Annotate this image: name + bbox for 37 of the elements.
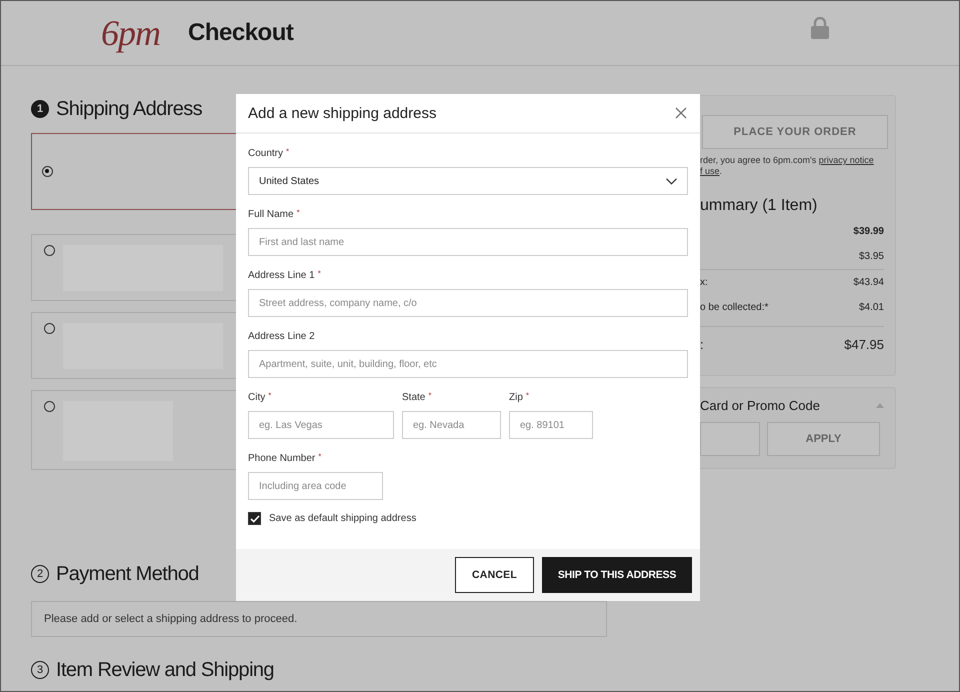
required-asterisk: *: [286, 147, 290, 158]
required-asterisk: *: [318, 269, 321, 280]
summary-value: $4.01: [858, 302, 884, 313]
field-label: Address Line 2: [248, 330, 315, 344]
field-label: Address Line 1: [248, 269, 315, 283]
step-number-icon: 3: [31, 661, 49, 679]
field-label: Full Name: [248, 208, 294, 222]
section-title: Item Review and Shipping: [56, 658, 274, 682]
agreement-text: f use.: [700, 166, 724, 177]
required-asterisk: *: [526, 391, 530, 402]
section-title: Shipping Address: [56, 98, 202, 120]
field-label: Phone Number: [248, 452, 316, 466]
payment-message: Please add or select a shipping address to proceed.: [44, 613, 298, 625]
field-label: City: [248, 391, 266, 405]
step-number-icon: 2: [31, 565, 49, 583]
required-asterisk: *: [318, 452, 322, 463]
field-label: Country: [248, 147, 284, 161]
promo-title: Card or Promo Code: [700, 398, 820, 413]
section-title: Payment Method: [56, 562, 199, 586]
field-label: Zip: [509, 391, 523, 405]
field-label: State: [402, 391, 426, 405]
summary-value: $43.94: [853, 277, 884, 288]
summary-value: $3.95: [858, 251, 884, 262]
agreement-text: rder, you agree to 6pm.com's privacy notice: [700, 155, 875, 166]
step-number-icon: 1: [31, 100, 49, 118]
summary-value: $47.95: [844, 336, 884, 352]
summary-title: ummary (1 Item): [700, 197, 818, 215]
checkbox-label: Save as default shipping address: [269, 513, 416, 524]
required-asterisk: *: [296, 208, 300, 219]
summary-label: o be collected:*: [700, 302, 768, 313]
summary-value: $39.99: [853, 226, 884, 237]
summary-label: x:: [700, 277, 708, 288]
modal-title: Add a new shipping address: [248, 104, 436, 122]
summary-label: :: [700, 336, 704, 352]
required-asterisk: *: [428, 391, 432, 402]
required-asterisk: *: [268, 391, 272, 402]
page-title: Checkout: [188, 19, 294, 47]
